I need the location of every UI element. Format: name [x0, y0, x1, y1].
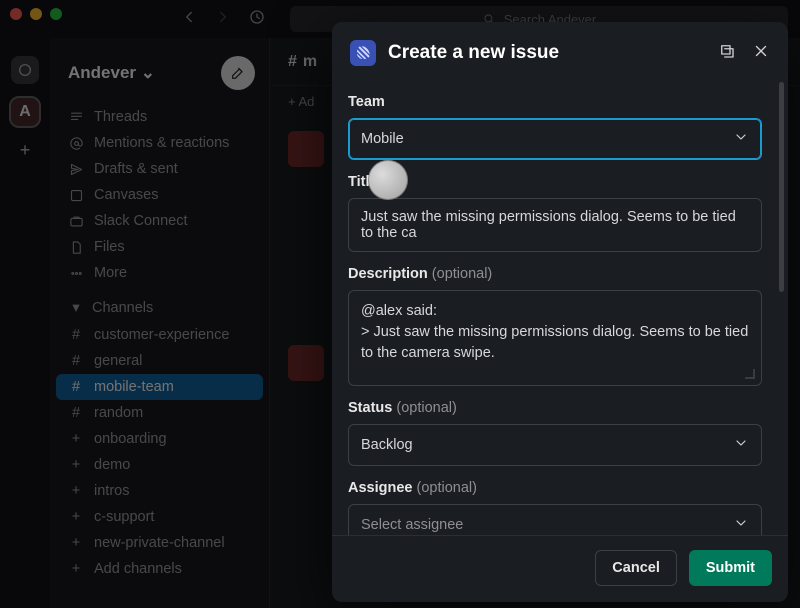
modal-footer: Cancel Submit: [332, 535, 788, 602]
scrollbar[interactable]: [779, 82, 784, 292]
description-value: @alex said: > Just saw the missing permi…: [361, 303, 752, 361]
modal-body: Team Mobile Title Just saw the missing p…: [332, 74, 788, 535]
chevron-down-icon: [733, 129, 749, 149]
submit-button[interactable]: Submit: [689, 550, 772, 586]
modal-scroll[interactable]: Team Mobile Title Just saw the missing p…: [332, 74, 778, 535]
title-label: Title: [348, 174, 762, 190]
team-label: Team: [348, 94, 762, 110]
title-input[interactable]: Just saw the missing permissions dialog.…: [348, 198, 762, 252]
close-icon[interactable]: [752, 42, 770, 65]
chevron-down-icon: [733, 515, 749, 535]
app-root: Search Andever A + Andever ⌄ ThreadsMent…: [0, 0, 800, 608]
assignee-placeholder: Select assignee: [361, 517, 463, 533]
status-select[interactable]: Backlog: [348, 424, 762, 466]
assignee-label: Assignee (optional): [348, 480, 762, 496]
create-issue-modal: Create a new issue Team Mobile Title Jus…: [332, 22, 788, 602]
title-value: Just saw the missing permissions dialog.…: [361, 209, 736, 241]
linear-app-icon: [350, 40, 376, 66]
chevron-down-icon: [733, 435, 749, 455]
cursor-indicator: [368, 160, 408, 200]
assignee-select[interactable]: Select assignee: [348, 504, 762, 535]
modal-header: Create a new issue: [332, 22, 788, 74]
status-label: Status (optional): [348, 400, 762, 416]
description-label: Description (optional): [348, 266, 762, 282]
modal-title: Create a new issue: [388, 42, 706, 64]
cancel-button[interactable]: Cancel: [595, 550, 677, 586]
description-input[interactable]: @alex said: > Just saw the missing permi…: [348, 290, 762, 386]
status-value: Backlog: [361, 437, 413, 453]
expand-icon[interactable]: [718, 42, 736, 65]
team-select[interactable]: Mobile: [348, 118, 762, 160]
team-value: Mobile: [361, 131, 404, 147]
resize-handle-icon[interactable]: [745, 369, 755, 379]
